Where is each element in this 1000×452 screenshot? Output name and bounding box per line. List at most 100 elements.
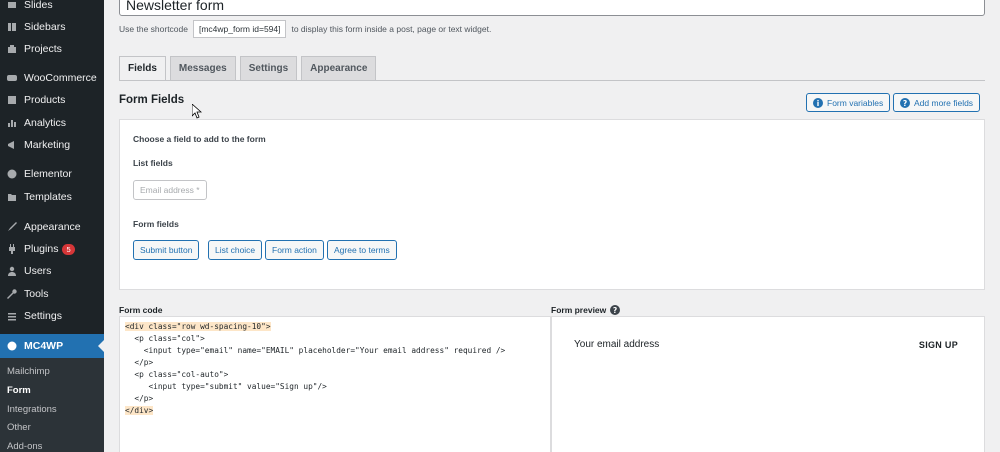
sidebar-item-slides[interactable]: Slides [0,0,104,16]
shortcode-hint: Use the shortcode [mc4wp_form id=594] to… [119,20,492,38]
code-text: <div class="row wd-spacing-10"> [125,322,271,331]
form-fields-heading: Form fields [133,219,179,229]
elementor-icon [7,169,17,179]
preview-sign-up-button[interactable]: SIGN UP [919,340,958,350]
sidebar-item-label: Settings [24,310,62,322]
code-line: <p class="col"> [125,334,205,343]
preview-email-input[interactable]: Your email address [574,339,659,350]
marketing-icon [7,140,17,150]
sidebar-item-tools[interactable]: Tools [0,283,104,305]
sidebar-item-label: Templates [24,191,72,203]
code-line: </div> [125,405,545,417]
tab-fields[interactable]: Fields [119,56,166,81]
submenu-item-other[interactable]: Other [7,422,31,433]
sidebar-item-projects[interactable]: Projects [0,38,104,60]
form-variables-label: Form variables [827,97,884,108]
add-more-fields-label: Add more fields [914,97,974,108]
sidebar-item-label: Marketing [24,139,71,151]
code-line: <div class="row wd-spacing-10"> [125,321,545,333]
settings-tabs: Fields Messages Settings Appearance [119,56,380,81]
projects-icon [7,44,17,54]
code-line: </p> [125,394,154,403]
submenu-item-mailchimp[interactable]: Mailchimp [7,366,50,377]
agree-to-terms-field-button[interactable]: Agree to terms [327,240,397,260]
form-variables-button[interactable]: Form variables [806,93,891,112]
field-chooser-panel: Choose a field to add to the form List f… [119,119,985,290]
shortcode-field[interactable]: [mc4wp_form id=594] [192,20,287,38]
sidebar-item-products[interactable]: Products [0,89,104,111]
plugins-icon [7,244,17,254]
tab-messages[interactable]: Messages [169,56,236,80]
tab-settings[interactable]: Settings [239,56,298,80]
code-line: <input type="submit" value="Sign up"/> [125,382,327,391]
submenu-item-add-ons[interactable]: Add-ons [7,441,42,452]
shortcode-prefix: Use the shortcode [119,24,188,34]
form-preview-label: Form preview ? [551,305,621,315]
templates-icon [7,192,17,202]
sidebar-item-elementor[interactable]: Elementor [0,163,104,185]
sidebar-item-label: Slides [24,0,53,11]
woocommerce-icon [7,73,17,83]
form-code-editor[interactable]: <div class="row wd-spacing-10"> <p class… [119,316,551,452]
add-more-fields-button[interactable]: ? Add more fields [893,93,981,112]
sidebar-item-label: Projects [24,43,62,55]
sidebar-item-settings[interactable]: Settings [0,305,104,327]
appearance-icon [7,222,17,232]
form-action-field-button[interactable]: Form action [265,240,324,260]
sidebar-item-label: Sidebars [24,21,66,33]
form-fields-title: Form Fields [119,94,185,106]
code-line: </p> [125,358,154,367]
main-content: Newsletter form Use the shortcode [mc4wp… [104,0,1000,452]
users-icon [7,266,17,276]
plugins-update-badge: 5 [62,243,75,255]
sidebar-item-templates[interactable]: Templates [0,186,104,208]
question-icon[interactable]: ? [610,305,621,315]
svg-text:?: ? [613,306,617,315]
sidebar-item-label: MC4WP [24,340,64,352]
sidebar-item-users[interactable]: Users [0,260,104,282]
sidebar-item-sidebars[interactable]: Sidebars [0,16,104,38]
submit-button-field-button[interactable]: Submit button [133,240,200,260]
analytics-icon [7,118,17,128]
sidebar-item-label: Analytics [24,117,67,129]
products-icon [7,95,17,105]
submenu-item-form[interactable]: Form [7,385,31,396]
sidebar-item-label: Plugins [24,243,59,255]
code-line: <input type="email" name="EMAIL" placeho… [125,346,506,355]
list-choice-field-button[interactable]: List choice [208,240,263,260]
tabs-divider [119,80,985,81]
help-icon: ? [900,97,910,108]
sidebar-item-analytics[interactable]: Analytics [0,112,104,134]
sidebar-item-appearance[interactable]: Appearance [0,216,104,238]
mouse-cursor-icon [192,104,202,119]
code-line: <p class="col-auto"> [125,370,229,379]
tools-icon [7,289,17,299]
list-fields-heading: List fields [133,158,173,168]
sidebars-icon [7,22,17,32]
sidebar-item-label: Products [24,94,66,106]
choose-field-heading: Choose a field to add to the form [133,134,266,144]
sidebar-item-marketing[interactable]: Marketing [0,134,104,156]
form-title-input[interactable]: Newsletter form [119,0,985,16]
form-code-label: Form code [119,305,162,315]
slides-icon [7,0,17,10]
mc4wp-icon [7,341,17,351]
svg-text:?: ? [903,98,907,107]
info-icon [813,97,823,108]
submenu-item-integrations[interactable]: Integrations [7,404,57,415]
email-address-field-button[interactable]: Email address * [133,180,207,200]
sidebar-item-label: Users [24,265,52,277]
sidebar-item-woocommerce[interactable]: WooCommerce [0,67,104,89]
admin-sidebar: Slides Sidebars Projects WooCommerce Pro… [0,0,104,452]
form-preview-panel: Your email address SIGN UP [551,316,985,452]
sidebar-item-mc4wp[interactable]: MC4WP [0,334,104,358]
sidebar-item-label: WooCommerce [24,72,97,84]
settings-icon [7,311,17,321]
form-preview-label-text: Form preview [551,305,607,315]
shortcode-suffix: to display this form inside a post, page… [291,24,492,34]
mc4wp-submenu: Mailchimp Form Integrations Other Add-on… [0,358,104,452]
sidebar-item-plugins[interactable]: Plugins 5 [0,238,104,260]
form-code-label-text: Form code [119,305,163,315]
sidebar-item-label: Appearance [24,221,81,233]
tab-appearance[interactable]: Appearance [301,56,377,80]
